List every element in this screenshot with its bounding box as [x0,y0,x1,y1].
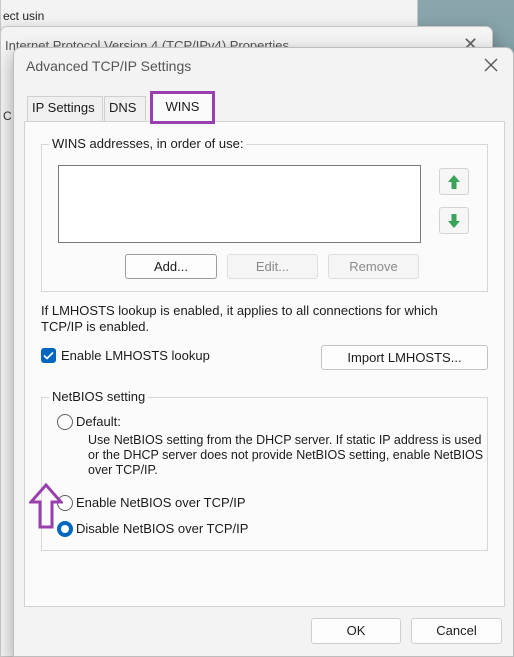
import-lmhosts-button[interactable]: Import LMHOSTS... [321,345,488,370]
arrow-up-icon [448,174,460,189]
netbios-default-description: Use NetBIOS setting from the DHCP server… [88,433,484,477]
advanced-tcpip-dialog: Advanced TCP/IP Settings WINS addresses,… [13,47,514,657]
netbios-enable-label[interactable]: Enable NetBIOS over TCP/IP [76,495,246,510]
wins-addresses-group: WINS addresses, in order of use: Add... … [41,136,488,292]
annotation-arrow-icon [29,483,63,529]
netbios-group-label: NetBIOS setting [49,389,149,404]
wins-tab-panel: WINS addresses, in order of use: Add... … [24,121,505,607]
remove-button[interactable]: Remove [328,254,419,279]
background-partial-text: ect usin [3,9,45,23]
enable-lmhosts-label[interactable]: Enable LMHOSTS lookup [61,348,210,363]
tab-ip-settings[interactable]: IP Settings [27,96,103,121]
checkmark-icon [43,351,54,360]
background-partial-char: C [3,109,12,123]
add-button[interactable]: Add... [125,254,217,279]
enable-lmhosts-checkbox[interactable] [41,348,56,363]
netbios-setting-group: NetBIOS setting Default: Use NetBIOS set… [41,389,488,551]
netbios-disable-label[interactable]: Disable NetBIOS over TCP/IP [76,521,248,536]
lmhosts-info-text: If LMHOSTS lookup is enabled, it applies… [41,303,438,334]
wins-group-label: WINS addresses, in order of use: [49,136,247,151]
cancel-button[interactable]: Cancel [411,618,502,644]
move-up-button[interactable] [439,168,469,195]
tab-wins[interactable]: WINS [150,91,215,124]
close-icon[interactable] [478,54,504,78]
edit-button[interactable]: Edit... [227,254,318,279]
dialog-title: Advanced TCP/IP Settings [26,58,192,74]
wins-address-list[interactable] [58,165,421,243]
netbios-default-label[interactable]: Default: [76,414,121,429]
move-down-button[interactable] [439,207,469,234]
arrow-down-icon [448,213,460,228]
netbios-default-radio[interactable] [57,414,73,430]
ok-button[interactable]: OK [311,618,401,644]
tab-dns[interactable]: DNS [104,96,146,121]
